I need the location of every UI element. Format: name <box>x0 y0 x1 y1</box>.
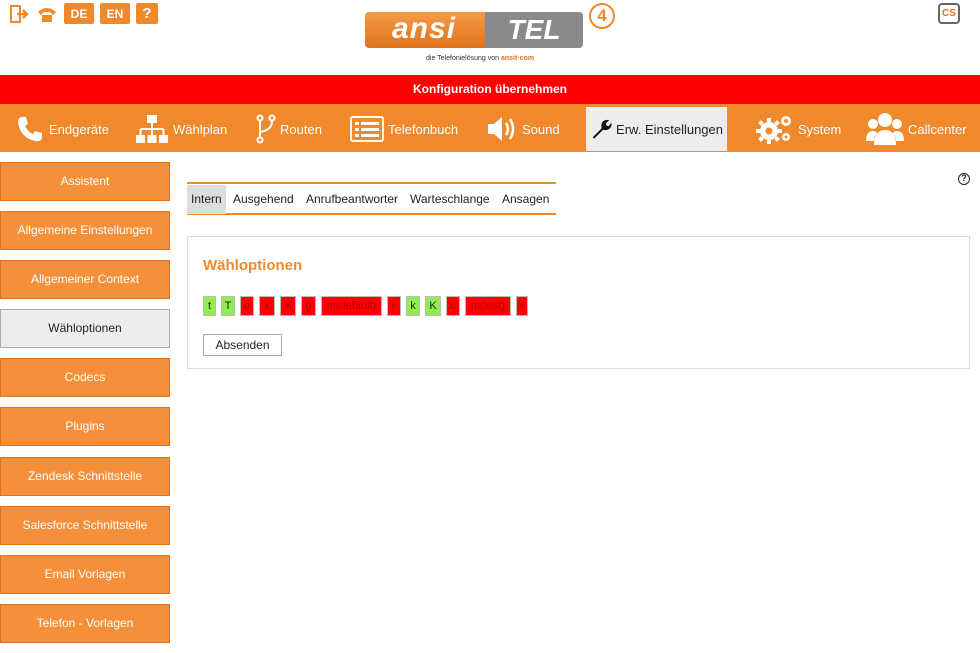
sidebar-item-telefon-vorlagen[interactable]: Telefon - Vorlagen <box>0 604 170 643</box>
gears-icon <box>756 116 791 144</box>
wrench-icon <box>592 119 612 139</box>
nav-label: System <box>798 121 842 137</box>
nav-item-erw-einstellungen[interactable]: Erw. Einstellungen <box>586 107 727 151</box>
dial-flag-toggle[interactable]: T <box>221 296 235 316</box>
dial-flag-toggle[interactable]: m(default) <box>321 296 382 316</box>
phonebook-icon <box>350 116 384 142</box>
logo-left-text: ansi <box>391 12 457 45</box>
sidebar-item-allgemeine-einstellungen[interactable]: Allgemeine Einstellungen <box>0 211 170 250</box>
apply-config-bar[interactable]: Konfiguration übernehmen <box>0 75 980 104</box>
sidebar-item-plugins[interactable]: Plugins <box>0 407 170 446</box>
dial-flag-toggle[interactable]: i <box>516 296 528 316</box>
cs-icon[interactable]: CS <box>938 3 960 24</box>
language-de-button[interactable]: DE <box>64 3 94 24</box>
nav-item-routen[interactable]: Routen <box>256 107 322 151</box>
nav-label: Telefonbuch <box>388 121 459 137</box>
submit-button[interactable]: Absenden <box>203 334 282 356</box>
nav-item-system[interactable]: System <box>756 107 841 151</box>
dial-flag-toggle[interactable]: x <box>259 296 275 316</box>
dial-flag-toggle[interactable]: r <box>387 296 401 316</box>
sidebar-item-assistent[interactable]: Assistent <box>0 162 170 201</box>
sidebar-item-email-vorlagen[interactable]: Email Vorlagen <box>0 555 170 594</box>
dial-flag-toggle[interactable]: X <box>280 296 296 316</box>
nav-label: Callcenter <box>908 121 967 137</box>
language-en-button[interactable]: EN <box>100 3 130 24</box>
tab-warteschlange[interactable]: Warteschlange <box>406 185 494 214</box>
panel-title: Wähloptionen <box>203 257 303 274</box>
logo-tagline-text: die Telefonielösung von <box>426 55 500 62</box>
sidebar-item-salesforce[interactable]: Salesforce Schnittstelle <box>0 506 170 545</box>
main-nav: Endgeräte Wählplan Routen Telefonbuch So… <box>0 104 980 152</box>
logo-version: 4 <box>589 3 615 29</box>
waehloptionen-panel: Wähloptionen t T o x X g m(default) r k … <box>187 236 970 369</box>
nav-label: Erw. Einstellungen <box>616 121 723 137</box>
logo-tagline: die Telefonielösung von ansit·com <box>426 55 534 62</box>
sitemap-icon <box>136 115 168 143</box>
phone-icon[interactable] <box>36 3 58 24</box>
sidebar-item-allgemeiner-context[interactable]: Allgemeiner Context <box>0 260 170 299</box>
logo-tagline-brand: ansit·com <box>501 55 535 62</box>
tab-ansagen[interactable]: Ansagen <box>498 185 553 214</box>
dial-flag-toggle[interactable]: g <box>301 296 316 316</box>
apply-config-label[interactable]: Konfiguration übernehmen <box>0 75 980 104</box>
dial-flag-toggle[interactable]: c <box>446 296 460 316</box>
nav-item-callcenter[interactable]: Callcenter <box>866 107 967 151</box>
nav-item-telefonbuch[interactable]: Telefonbuch <box>350 107 458 151</box>
dial-flag-toggle[interactable]: k <box>406 296 420 316</box>
phone-icon <box>18 117 42 142</box>
help-button[interactable]: ? <box>136 3 158 24</box>
sub-tabs: Intern Ausgehend Anrufbeantworter Wartes… <box>187 182 556 215</box>
top-icon-bar: DE EN ? <box>8 3 158 24</box>
logo-box: ansi TEL <box>365 12 583 48</box>
logout-icon[interactable] <box>8 3 30 24</box>
route-icon <box>256 114 276 144</box>
help-icon[interactable]: ? <box>958 173 970 185</box>
users-icon <box>866 113 904 145</box>
header: DE EN ? ansi TEL 4 die Telefonielösung v… <box>0 0 980 75</box>
sidebar-item-waehloptionen[interactable]: Wähloptionen <box>0 309 170 348</box>
dial-flag-toggle[interactable]: K <box>425 296 441 316</box>
nav-label: Sound <box>522 121 560 137</box>
dial-flag-toggle[interactable]: o <box>240 296 254 316</box>
sidebar-item-codecs[interactable]: Codecs <box>0 358 170 397</box>
nav-label: Routen <box>280 121 322 137</box>
ansitel-logo: ansi TEL 4 die Telefonielösung von ansit… <box>364 3 624 67</box>
speaker-icon <box>488 117 515 141</box>
tab-intern[interactable]: Intern <box>187 185 226 214</box>
logo-right-text: TEL <box>485 12 583 48</box>
dial-flag-toggle[interactable]: t <box>203 296 216 316</box>
nav-label: Wählplan <box>173 121 228 137</box>
nav-item-waehlplan[interactable]: Wählplan <box>135 107 227 151</box>
nav-item-endgeraete[interactable]: Endgeräte <box>15 107 109 151</box>
tab-ausgehend[interactable]: Ausgehend <box>229 185 298 214</box>
nav-item-sound[interactable]: Sound <box>486 107 560 151</box>
dial-flag-toggle[interactable]: m(test) <box>465 296 511 316</box>
sidebar-item-zendesk[interactable]: Zendesk Schnittstelle <box>0 457 170 496</box>
nav-label: Endgeräte <box>49 121 109 137</box>
tab-anrufbeantworter[interactable]: Anrufbeantworter <box>302 185 402 214</box>
